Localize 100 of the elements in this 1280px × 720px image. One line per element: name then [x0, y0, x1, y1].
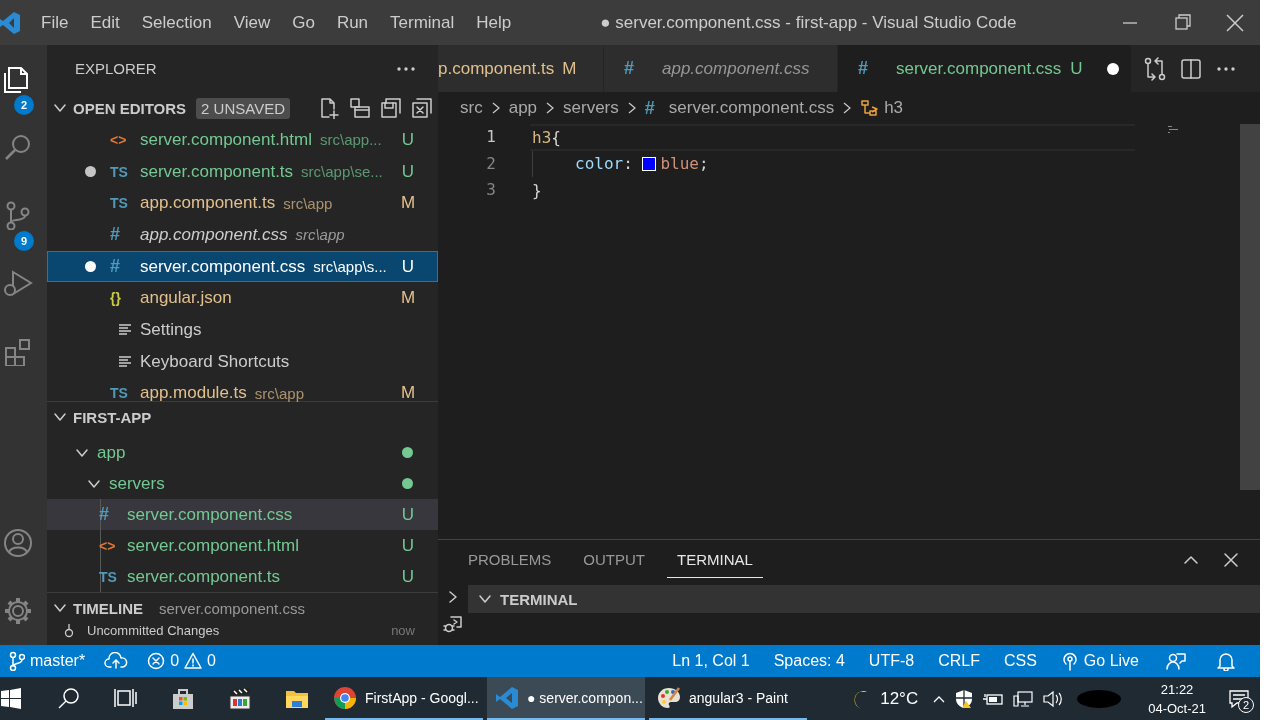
folder-item[interactable]: servers	[47, 468, 438, 499]
open-editor-item[interactable]: # app.component.css src\app	[47, 219, 438, 251]
taskbar-app[interactable]: angular3 - Paint	[649, 677, 807, 720]
settings-icon[interactable]	[2, 596, 33, 626]
file-type-icon: <>	[110, 131, 140, 148]
error-icon	[147, 652, 166, 670]
folder-item[interactable]: app	[47, 437, 438, 468]
menu-item[interactable]: Edit	[79, 12, 131, 33]
taskbar-app[interactable]: ● server.compon...	[487, 677, 645, 720]
feedback-icon[interactable]	[1166, 651, 1186, 671]
section-header[interactable]: FIRST-APP	[47, 401, 438, 432]
menu-item[interactable]: Help	[465, 12, 523, 33]
timeline-entry[interactable]: Uncommitted Changes now	[47, 623, 438, 638]
palette-icon	[657, 685, 681, 710]
git-status: M	[562, 58, 577, 79]
menu-item[interactable]: File	[30, 12, 80, 33]
warning-icon	[184, 652, 203, 670]
toggle-layout-icon[interactable]	[349, 97, 371, 119]
more-icon[interactable]	[396, 65, 416, 72]
weather-temperature[interactable]: 12°C	[880, 688, 919, 709]
maximize-panel-icon[interactable]	[1182, 553, 1200, 567]
debug-console-icon[interactable]	[443, 614, 463, 634]
more-icon[interactable]	[1216, 65, 1237, 72]
notification-center-button[interactable]: 2	[1228, 688, 1250, 709]
status-item[interactable]: CRLF	[933, 652, 985, 670]
breadcrumb-item[interactable]: h3	[860, 98, 904, 118]
store-icon[interactable]	[170, 686, 195, 711]
editor-tab[interactable]: # app.component.css	[604, 45, 838, 92]
chevron-right-icon[interactable]	[446, 590, 460, 604]
network-icon[interactable]	[1012, 689, 1035, 708]
panel-tab[interactable]: PROBLEMS	[458, 542, 562, 578]
taskbar-app[interactable]: FirstApp - Googl...	[325, 677, 483, 720]
open-editor-item[interactable]: TS server.component.ts src\app\se... U	[47, 155, 438, 188]
save-all-icon[interactable]	[380, 97, 402, 119]
menu-item[interactable]: Go	[281, 12, 326, 33]
open-editor-item[interactable]: {} angular.json M	[47, 282, 438, 315]
folder-name: app	[97, 442, 126, 463]
line-number: 2	[485, 152, 497, 175]
chevron-down-icon[interactable]	[53, 601, 67, 615]
minimap-drawing	[1168, 126, 1178, 133]
git-status: U	[401, 566, 415, 587]
scrollbar[interactable]	[1240, 124, 1260, 490]
clock[interactable]: 21:22 04-Oct-21	[1148, 681, 1206, 716]
branch-indicator[interactable]: master*	[4, 651, 91, 671]
section-header[interactable]: TERMINAL	[468, 585, 1260, 613]
new-file-icon[interactable]	[318, 97, 340, 119]
panel-tab[interactable]: OUTPUT	[573, 542, 656, 578]
status-item[interactable]: UTF-8	[863, 652, 920, 670]
menu-item[interactable]: View	[222, 12, 282, 33]
breadcrumb-item[interactable]: servers	[563, 98, 619, 118]
cloud-upload-icon[interactable]	[104, 652, 129, 670]
extensions-icon[interactable]	[2, 336, 33, 366]
close-panel-icon[interactable]	[1222, 552, 1240, 568]
close-all-icon[interactable]	[411, 97, 433, 119]
branch-name: master*	[30, 652, 86, 670]
menu-item[interactable]: Selection	[130, 12, 223, 33]
search-icon[interactable]	[56, 686, 81, 711]
panel-tab[interactable]: TERMINAL	[667, 542, 763, 578]
code-token: blue	[660, 154, 699, 174]
section-header[interactable]: OPEN EDITORS	[73, 99, 187, 117]
git-status: M	[401, 193, 415, 214]
timeline-time: now	[391, 623, 415, 638]
open-editor-item[interactable]: Settings	[47, 314, 438, 346]
file-name: server.component.html	[127, 535, 299, 556]
windows-logo-icon[interactable]	[0, 686, 24, 711]
tree-file-entry[interactable]: # server.component.css U	[47, 499, 438, 530]
breadcrumb-item[interactable]: app	[508, 98, 538, 118]
status-item[interactable]: CSS	[998, 652, 1042, 670]
account-icon[interactable]	[2, 528, 33, 558]
open-editor-item[interactable]: TS app.component.ts src\app M	[47, 187, 438, 220]
section-header[interactable]: TIMELINE server.component.css	[47, 592, 438, 623]
color-swatch[interactable]	[642, 156, 657, 171]
breadcrumb-label: h3	[884, 98, 904, 118]
vscode-logo-icon	[0, 10, 20, 35]
status-item[interactable]: Ln 1, Col 1	[667, 652, 755, 670]
chevron-down-icon[interactable]	[53, 410, 67, 424]
open-editor-item[interactable]: Keyboard Shortcuts	[47, 345, 438, 378]
compare-changes-icon[interactable]	[1144, 56, 1167, 81]
open-editor-item[interactable]: <> server.component.html src\app... U	[47, 124, 438, 156]
split-editor-icon[interactable]	[1180, 57, 1203, 80]
chevron-down-icon[interactable]	[478, 592, 492, 606]
tab-label: p.component.ts	[438, 58, 555, 79]
chevron-down-icon[interactable]	[53, 101, 67, 115]
problems-indicator[interactable]: 0 0	[142, 652, 221, 670]
bell-icon[interactable]	[1216, 651, 1236, 671]
status-item[interactable]: Spaces: 4	[768, 652, 850, 670]
editor-tab[interactable]: # server.component.css U	[838, 45, 1133, 92]
tree-file-entry[interactable]: TS server.component.ts U	[47, 561, 438, 592]
go-live-button[interactable]: Go Live	[1055, 651, 1144, 671]
tree-file-entry[interactable]: <> server.component.html U	[47, 530, 438, 561]
shield-icon[interactable]	[954, 688, 975, 709]
menu-item[interactable]: Run	[325, 12, 380, 33]
run-debug-icon[interactable]	[2, 268, 33, 298]
clapperboard-icon[interactable]	[227, 686, 252, 711]
speaker-icon[interactable]	[1042, 689, 1065, 708]
breadcrumb-item[interactable]: src	[460, 98, 483, 118]
editor-tab[interactable]: p.component.ts M	[438, 45, 604, 92]
menu-item[interactable]: Terminal	[379, 12, 466, 33]
breadcrumb-item[interactable]: # server.component.css	[644, 97, 835, 119]
open-editor-item[interactable]: # server.component.css src\app\s... U	[47, 250, 438, 283]
